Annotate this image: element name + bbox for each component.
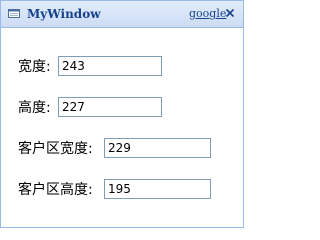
client-width-input[interactable] bbox=[104, 138, 211, 158]
height-input[interactable] bbox=[58, 97, 162, 117]
google-link[interactable]: google bbox=[189, 7, 226, 21]
client-height-label: 客户区高度: bbox=[18, 182, 93, 198]
close-icon[interactable] bbox=[225, 7, 235, 19]
window-title: MyWindow bbox=[27, 7, 101, 21]
width-input[interactable] bbox=[58, 56, 162, 76]
window-icon bbox=[8, 9, 20, 18]
my-window: MyWindow google 宽度: 高度: 客户区宽度: 客户区高度: bbox=[0, 0, 244, 228]
client-width-label: 客户区宽度: bbox=[18, 141, 93, 157]
width-label: 宽度: bbox=[18, 59, 51, 75]
height-label: 高度: bbox=[18, 100, 51, 116]
window-titlebar[interactable]: MyWindow google bbox=[1, 1, 243, 28]
client-height-input[interactable] bbox=[104, 179, 211, 199]
